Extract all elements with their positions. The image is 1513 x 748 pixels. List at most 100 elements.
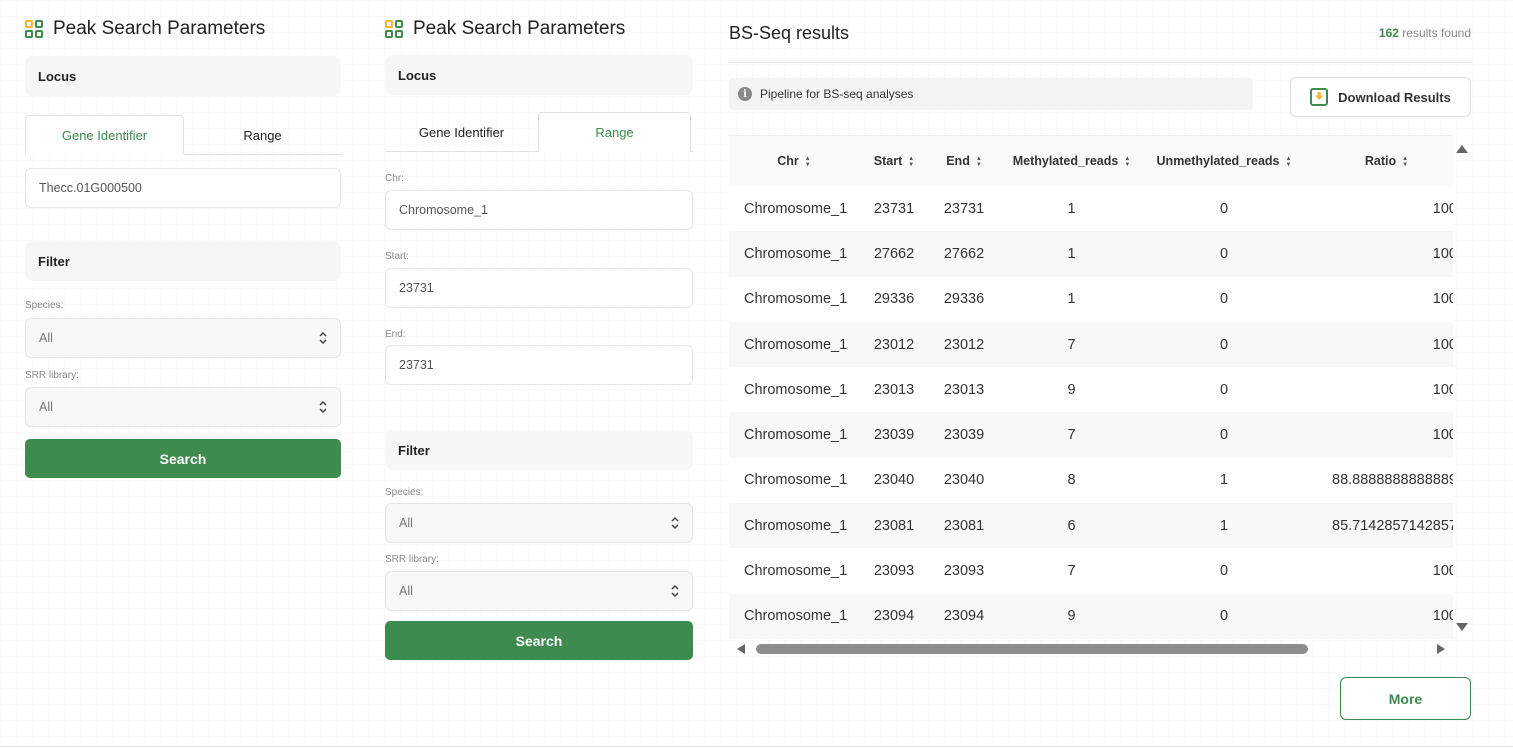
column-header[interactable]: Chr ▲ ▼ <box>729 136 859 186</box>
results-table-container[interactable]: Chr ▲ ▼ Start ▲ ▼ End ▲ ▼ Methylated_reads ▲ ▼ Unmet… <box>729 135 1453 639</box>
cell-unmeth: 1 <box>1144 503 1304 549</box>
cell-start: 29336 <box>859 276 929 322</box>
cell-ratio: 100 <box>1304 276 1453 322</box>
locus-heading: Locus <box>25 56 341 96</box>
cell-ratio: 85.7142857142857 <box>1304 503 1453 549</box>
cell-end: 27662 <box>929 231 999 277</box>
cell-chr: Chromosome_1 <box>729 231 859 277</box>
scroll-left-arrow[interactable] <box>737 644 745 654</box>
table-row[interactable]: Chromosome_1293362933610100 <box>729 276 1453 322</box>
scroll-right-arrow[interactable] <box>1437 644 1445 654</box>
tab-gene-identifier[interactable]: Gene Identifier <box>385 112 538 152</box>
end-input[interactable]: 23731 <box>385 345 693 385</box>
gene-identifier-input[interactable]: Thecc.01G000500 <box>25 168 341 208</box>
select-arrows-icon <box>671 516 679 530</box>
cell-meth: 9 <box>999 593 1144 639</box>
cell-chr: Chromosome_1 <box>729 412 859 458</box>
column-header[interactable]: Methylated_reads ▲ ▼ <box>999 136 1144 186</box>
panel-title-text: Peak Search Parameters <box>53 18 266 39</box>
table-row[interactable]: Chromosome_1276622766210100 <box>729 231 1453 277</box>
results-count-number: 162 <box>1378 26 1399 40</box>
pipeline-text: Pipeline for BS-seq analyses <box>760 87 914 101</box>
locus-heading: Locus <box>385 55 693 95</box>
species-label: Species: <box>25 300 64 311</box>
results-table: Chr ▲ ▼ Start ▲ ▼ End ▲ ▼ Methylated_reads ▲ ▼ Unmet… <box>729 136 1453 639</box>
cell-start: 23039 <box>859 412 929 458</box>
search-button[interactable]: Search <box>385 621 693 660</box>
cell-chr: Chromosome_1 <box>729 457 859 504</box>
cell-unmeth: 1 <box>1144 457 1304 504</box>
tab-gene-identifier[interactable]: Gene Identifier <box>25 115 184 155</box>
cell-end: 23013 <box>929 367 999 413</box>
cell-unmeth: 0 <box>1144 231 1304 277</box>
srr-library-select[interactable]: All <box>25 387 341 427</box>
scrollbar-thumb[interactable] <box>756 644 1308 654</box>
cell-start: 27662 <box>859 231 929 277</box>
table-row[interactable]: Chromosome_1 23081 23081 6 1 85.7142857142857 <box>729 503 1453 549</box>
vertical-scrollbar[interactable] <box>1453 135 1471 639</box>
results-count: 162 results found <box>1379 26 1471 40</box>
tab-range[interactable]: Range <box>184 115 341 155</box>
cell-start: 23012 <box>859 321 929 368</box>
column-header-label: Methylated_reads <box>1012 154 1119 168</box>
cell-end: 23731 <box>929 186 999 232</box>
start-input[interactable]: 23731 <box>385 268 693 308</box>
cell-ratio: 100 <box>1304 367 1453 413</box>
scroll-up-arrow[interactable] <box>1456 145 1468 153</box>
sort-icon[interactable]: ▲ ▼ <box>908 156 914 168</box>
column-header[interactable]: Start ▲ ▼ <box>859 136 929 186</box>
horizontal-scrollbar[interactable] <box>729 640 1453 658</box>
download-results-button[interactable]: Download Results <box>1290 77 1471 117</box>
search-button[interactable]: Search <box>25 439 341 478</box>
table-row[interactable]: Chromosome_1230942309490100 <box>729 593 1453 639</box>
sort-icon[interactable]: ▲ ▼ <box>1402 156 1408 168</box>
cell-ratio: 100 <box>1304 593 1453 639</box>
locus-tabs: Gene Identifier Range <box>385 112 693 152</box>
table-body: Chromosome_1237312373110100Chromosome_12… <box>729 186 1453 639</box>
cell-start: 23040 <box>859 457 929 504</box>
column-header[interactable]: End ▲ ▼ <box>929 136 999 186</box>
cell-meth: 1 <box>999 276 1144 322</box>
table-row[interactable]: Chromosome_1230932309370100 <box>729 548 1453 594</box>
species-select-value: All <box>39 331 53 345</box>
results-divider <box>729 62 1471 63</box>
sort-icon[interactable]: ▲ ▼ <box>805 156 811 168</box>
tab-range[interactable]: Range <box>538 112 691 152</box>
table-row[interactable]: Chromosome_1230132301390100 <box>729 367 1453 413</box>
scroll-down-arrow[interactable] <box>1456 623 1468 631</box>
column-header[interactable]: Ratio ▲ ▼ <box>1304 136 1453 186</box>
sort-icon[interactable]: ▲ ▼ <box>1124 156 1130 168</box>
species-select[interactable]: All <box>385 503 693 543</box>
cell-meth: 9 <box>999 367 1144 413</box>
table-row[interactable]: Chromosome_1 23040 23040 8 1 88.8888888888889 <box>729 457 1453 504</box>
cell-end: 23094 <box>929 593 999 639</box>
sort-icon[interactable]: ▲ ▼ <box>1286 156 1292 168</box>
pipeline-info: i Pipeline for BS-seq analyses <box>729 78 1253 110</box>
search-panel-range: Peak Search Parameters Locus Gene Identi… <box>385 0 693 680</box>
sort-icon[interactable]: ▲ ▼ <box>976 156 982 168</box>
cell-meth: 1 <box>999 186 1144 232</box>
more-button[interactable]: More <box>1340 677 1471 720</box>
cell-unmeth: 0 <box>1144 412 1304 458</box>
table-row[interactable]: Chromosome_1237312373110100 <box>729 186 1453 232</box>
species-select[interactable]: All <box>25 318 341 358</box>
species-select-value: All <box>399 516 413 530</box>
cell-meth: 7 <box>999 548 1144 594</box>
table-row[interactable]: Chromosome_1230392303970100 <box>729 412 1453 458</box>
cell-end: 23012 <box>929 321 999 368</box>
column-header[interactable]: Unmethylated_reads ▲ ▼ <box>1144 136 1304 186</box>
select-arrows-icon <box>671 584 679 598</box>
search-panel-gene: Peak Search Parameters Locus Gene Identi… <box>25 0 341 500</box>
cell-meth: 6 <box>999 503 1144 549</box>
cell-end: 23039 <box>929 412 999 458</box>
grid-icon <box>25 20 43 38</box>
srr-library-select[interactable]: All <box>385 571 693 611</box>
download-icon <box>1310 88 1329 106</box>
cell-end: 23093 <box>929 548 999 594</box>
cell-start: 23731 <box>859 186 929 232</box>
chr-input[interactable]: Chromosome_1 <box>385 190 693 230</box>
table-row[interactable]: Chromosome_1230122301270100 <box>729 321 1453 368</box>
end-label: End: <box>385 329 406 340</box>
cell-chr: Chromosome_1 <box>729 503 859 549</box>
column-header-label: Ratio <box>1364 154 1397 168</box>
